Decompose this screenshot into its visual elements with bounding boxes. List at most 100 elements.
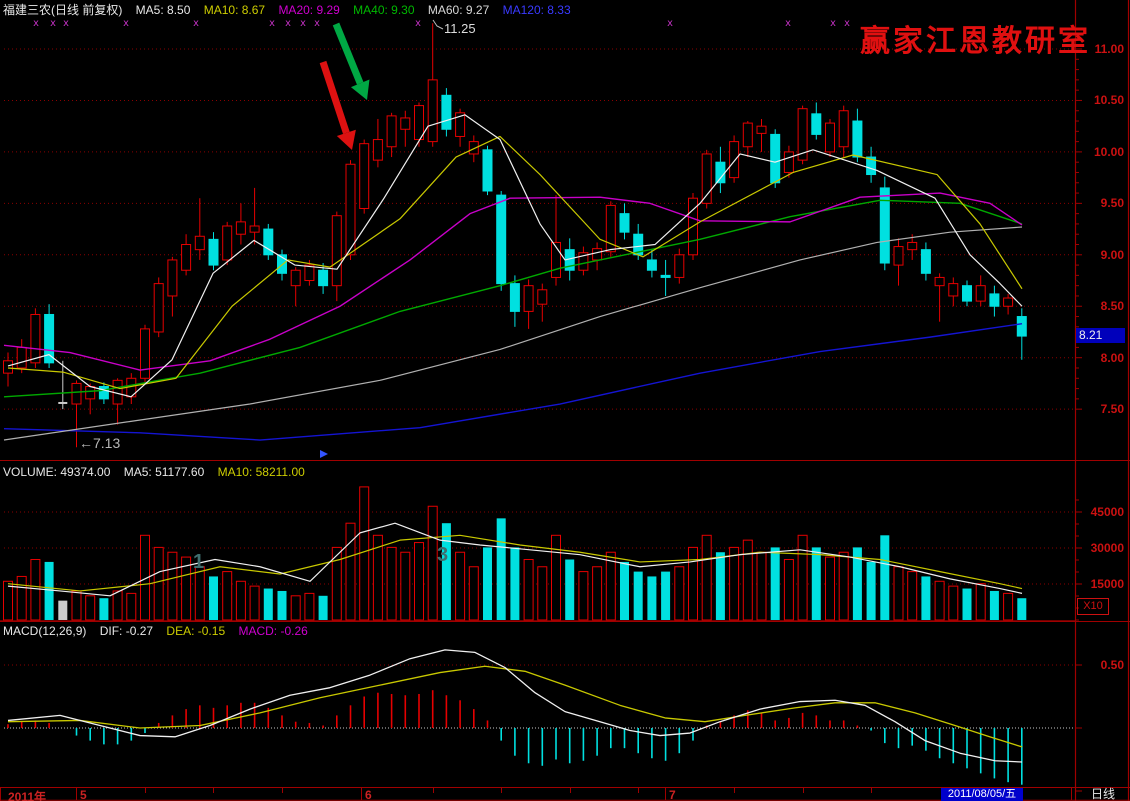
volume-bar	[31, 560, 40, 621]
candle-body	[415, 106, 424, 140]
volume-bar	[360, 487, 369, 620]
red-arrow	[323, 62, 346, 133]
volume-bar	[935, 581, 944, 620]
watermark: 赢家江恩教研室	[860, 16, 1091, 60]
macd-dea: DEA: -0.15	[166, 624, 225, 638]
candle-body	[963, 286, 972, 301]
ma60-value: MA60: 9.27	[428, 3, 489, 17]
candle-body	[853, 121, 862, 157]
volume-bar	[976, 584, 985, 620]
volume-bars	[4, 487, 1027, 620]
month-label-may: 5	[80, 788, 87, 801]
price-axis-label: 9.50	[1080, 196, 1124, 210]
x-marker: x	[285, 18, 291, 29]
volume-bar	[839, 552, 848, 620]
volume-ma10: MA10: 58211.00	[218, 465, 305, 479]
candle-body	[921, 250, 930, 274]
candle-body	[620, 214, 629, 233]
signal-x-markers: xxxxxxxxxxxxxx	[33, 18, 850, 29]
macd-dif: DIF: -0.27	[100, 624, 153, 638]
volume-bar	[689, 547, 698, 620]
x-marker: x	[193, 18, 199, 29]
price-axis-label: 10.50	[1080, 93, 1124, 107]
volume-bar	[730, 547, 739, 620]
volume-bar	[579, 572, 588, 620]
volume-axis-label: 15000	[1080, 577, 1124, 591]
candle-body	[524, 286, 533, 312]
candle-body	[647, 260, 656, 270]
candle-body	[319, 270, 328, 285]
candle-body	[730, 142, 739, 178]
candle-body	[675, 255, 684, 278]
candle-body	[373, 140, 382, 161]
volume-bar	[1004, 593, 1013, 620]
period-label[interactable]: 日线	[1082, 788, 1124, 801]
volume-bar	[894, 567, 903, 620]
candle-body	[154, 284, 163, 332]
candle-body	[99, 387, 108, 399]
candle-body	[250, 226, 259, 232]
x-marker: x	[123, 18, 129, 29]
x-marker: x	[63, 18, 69, 29]
year-label: 2011年	[8, 788, 46, 801]
volume-bar	[963, 589, 972, 620]
volume-ma5: MA5: 51177.60	[124, 465, 205, 479]
ma40-value: MA40: 9.30	[353, 3, 414, 17]
volume-bar	[620, 562, 629, 620]
candle-body	[223, 226, 232, 260]
candle-body	[757, 126, 766, 133]
candle-body	[1004, 298, 1013, 306]
ma5-value: MA5: 8.50	[136, 3, 191, 17]
candle-body	[346, 164, 355, 255]
candle-body	[17, 347, 26, 368]
volume-bar	[908, 572, 917, 620]
high-price-annotation: 11.25	[444, 21, 476, 36]
volume-bar	[784, 560, 793, 621]
candle-body	[168, 260, 177, 296]
candle-body	[360, 144, 369, 209]
candle-body	[497, 195, 506, 283]
candle-body	[812, 114, 821, 135]
x-marker: x	[300, 18, 306, 29]
volume-bar	[346, 523, 355, 620]
x-marker: x	[50, 18, 56, 29]
volume-bar	[319, 596, 328, 620]
month-label-june: 6	[365, 788, 372, 801]
candle-body	[976, 286, 985, 301]
candle-body	[182, 245, 191, 271]
ma120-value: MA120: 8.33	[503, 3, 571, 17]
candle-body	[880, 188, 889, 263]
volume-bar	[867, 562, 876, 620]
volume-bar	[510, 547, 519, 620]
candle-body	[949, 284, 958, 296]
candlesticks	[4, 23, 1027, 447]
candle-body	[661, 275, 670, 277]
macd-value: MACD: -0.26	[238, 624, 307, 638]
candle-body	[839, 111, 848, 147]
chart-canvas[interactable]: xxxxxxxxxxxxxx	[0, 0, 1130, 801]
candle-body	[593, 249, 602, 260]
volume-bar	[401, 552, 410, 620]
volume-bar	[195, 567, 204, 620]
candle-body	[784, 152, 793, 173]
volume-bar	[45, 562, 54, 620]
candle-body	[1017, 317, 1026, 337]
volume-bar	[606, 552, 615, 620]
ma20-value: MA20: 9.29	[278, 3, 339, 17]
candle-body	[428, 80, 437, 142]
candle-body	[716, 162, 725, 183]
volume-bar	[278, 591, 287, 620]
price-axis-label: 10.00	[1080, 145, 1124, 159]
candle-body	[291, 270, 300, 285]
candle-body	[195, 236, 204, 249]
price-axis-label: 7.50	[1080, 402, 1124, 416]
volume-bar	[223, 572, 232, 620]
blue-marker	[320, 450, 328, 458]
volume-bar	[921, 576, 930, 620]
volume-bar	[497, 518, 506, 620]
candle-body	[31, 314, 40, 362]
volume-bar	[552, 535, 561, 620]
annotation-arrows	[323, 24, 369, 150]
volume-bar	[58, 601, 67, 620]
volume-bar	[716, 552, 725, 620]
